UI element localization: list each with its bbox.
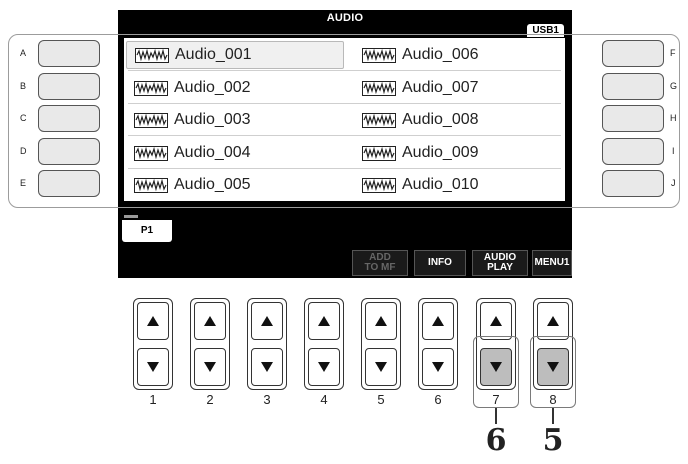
knob-number-1: 1 — [149, 392, 157, 407]
triangle-up-icon — [147, 316, 159, 326]
side-button-h[interactable] — [602, 105, 664, 132]
down-button-6[interactable] — [422, 348, 454, 386]
side-label-h: H — [670, 113, 677, 123]
side-label-j: J — [671, 178, 676, 188]
side-button-b[interactable] — [38, 73, 100, 100]
up-button-2[interactable] — [194, 302, 226, 340]
side-label-a: A — [20, 48, 27, 58]
up-button-4[interactable] — [308, 302, 340, 340]
step-callout-5: 5 — [542, 423, 564, 458]
down-button-3[interactable] — [251, 348, 283, 386]
knob-number-2: 2 — [206, 392, 214, 407]
knob-button-pair-5 — [361, 298, 401, 390]
knob-number-3: 3 — [263, 392, 271, 407]
knob-number-7: 7 — [492, 392, 500, 407]
side-button-d[interactable] — [38, 138, 100, 165]
info-label: INFO — [428, 257, 452, 268]
up-button-7[interactable] — [480, 302, 512, 340]
knob-button-pair-6 — [418, 298, 458, 390]
menu1-label: MENU1 — [534, 257, 570, 268]
down-button-5[interactable] — [365, 348, 397, 386]
info-button[interactable]: INFO — [414, 250, 466, 276]
up-button-6[interactable] — [422, 302, 454, 340]
down-button-1[interactable] — [137, 348, 169, 386]
knob-button-pair-1 — [133, 298, 173, 390]
triangle-up-icon — [318, 316, 330, 326]
down-button-2[interactable] — [194, 348, 226, 386]
knob-button-pair-3 — [247, 298, 287, 390]
knob-number-4: 4 — [320, 392, 328, 407]
side-label-b: B — [20, 81, 27, 91]
audio-play-button[interactable]: AUDIO PLAY — [472, 250, 528, 276]
triangle-up-icon — [261, 316, 273, 326]
knob-number-8: 8 — [549, 392, 557, 407]
triangle-down-icon — [261, 362, 273, 372]
triangle-up-icon — [204, 316, 216, 326]
add-to-mf-label: ADD TO MF — [364, 252, 396, 273]
side-button-c[interactable] — [38, 105, 100, 132]
audio-play-label: AUDIO PLAY — [483, 252, 517, 273]
tab-p1[interactable]: P1 — [122, 220, 172, 242]
down-button-4[interactable] — [308, 348, 340, 386]
side-label-e: E — [20, 178, 27, 188]
triangle-down-icon — [375, 362, 387, 372]
knob-button-pair-2 — [190, 298, 230, 390]
triangle-down-icon — [318, 362, 330, 372]
callout-line-6 — [495, 408, 497, 424]
triangle-up-icon — [490, 316, 502, 326]
side-button-j[interactable] — [602, 170, 664, 197]
side-label-d: D — [20, 146, 27, 156]
up-button-3[interactable] — [251, 302, 283, 340]
side-button-f[interactable] — [602, 40, 664, 67]
knob-number-5: 5 — [377, 392, 385, 407]
callout-line-5 — [552, 408, 554, 424]
add-to-mf-button[interactable]: ADD TO MF — [352, 250, 408, 276]
step-callout-6: 6 — [485, 423, 507, 458]
side-button-g[interactable] — [602, 73, 664, 100]
knob-button-pair-4 — [304, 298, 344, 390]
side-button-e[interactable] — [38, 170, 100, 197]
side-button-i[interactable] — [602, 138, 664, 165]
side-label-c: C — [20, 113, 27, 123]
up-button-1[interactable] — [137, 302, 169, 340]
side-label-f: F — [670, 48, 676, 58]
triangle-down-icon — [147, 362, 159, 372]
triangle-up-icon — [547, 316, 559, 326]
side-label-i: I — [672, 146, 675, 156]
knob-number-6: 6 — [434, 392, 442, 407]
triangle-down-icon — [432, 362, 444, 372]
menu1-button[interactable]: MENU1 — [532, 250, 572, 276]
panel-frame — [8, 34, 680, 208]
triangle-down-icon — [204, 362, 216, 372]
up-button-8[interactable] — [537, 302, 569, 340]
up-button-5[interactable] — [365, 302, 397, 340]
triangle-up-icon — [375, 316, 387, 326]
page-indicator — [124, 215, 138, 218]
screen-title: AUDIO — [326, 12, 364, 24]
triangle-up-icon — [432, 316, 444, 326]
side-button-a[interactable] — [38, 40, 100, 67]
side-label-g: G — [670, 81, 678, 91]
